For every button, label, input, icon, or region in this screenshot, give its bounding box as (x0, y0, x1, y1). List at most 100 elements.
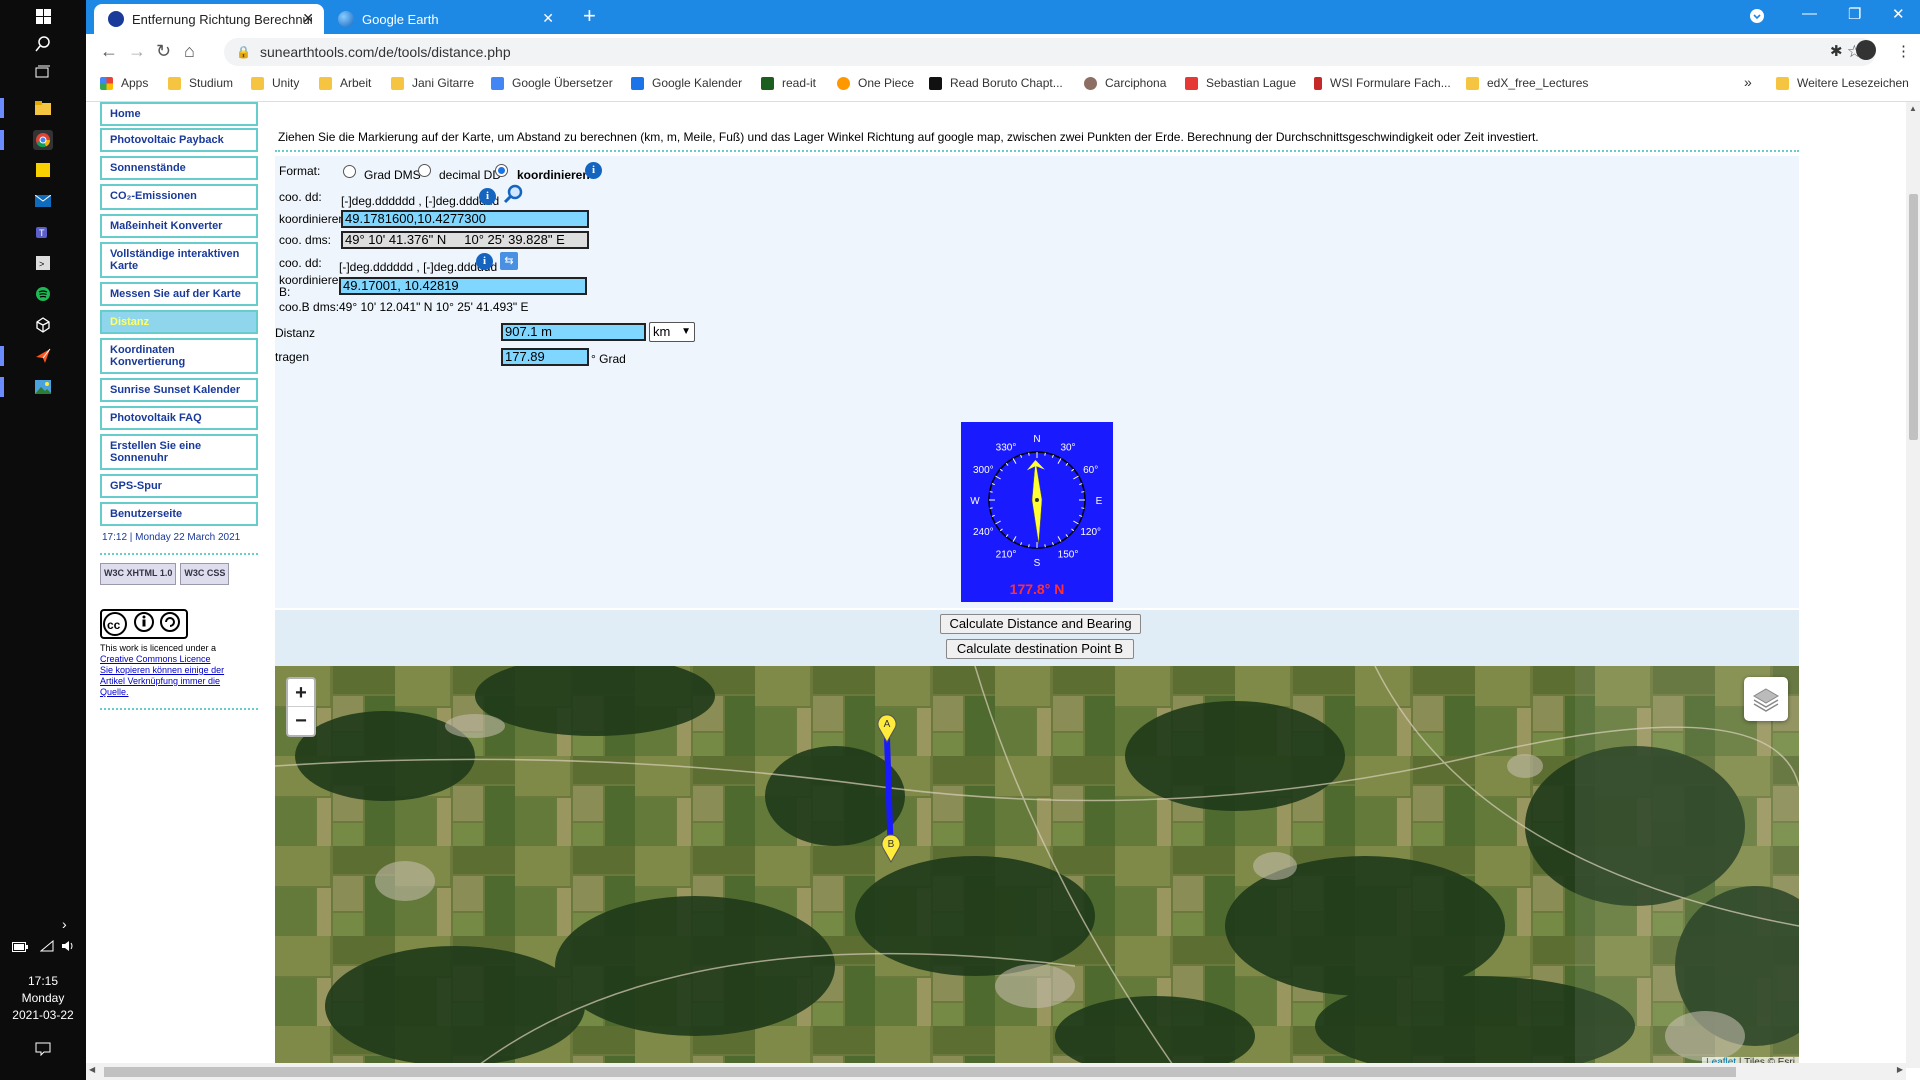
other-bookmarks[interactable]: Weitere Lesezeichen (1776, 76, 1909, 90)
tab-search-icon[interactable] (1749, 8, 1765, 28)
windows-start-icon[interactable] (33, 6, 53, 26)
distanz-input[interactable]: 907.1 m (501, 323, 646, 341)
chrome-icon[interactable] (33, 130, 53, 150)
swap-icon[interactable]: ⇆ (500, 252, 518, 270)
calculate-distance-button[interactable]: Calculate Distance and Bearing (940, 614, 1141, 634)
profile-avatar[interactable] (1856, 40, 1876, 60)
bookmark-apps[interactable]: Apps (100, 76, 148, 90)
horizontal-scrollbar[interactable]: ◀ ▶ (86, 1063, 1906, 1080)
layers-button[interactable] (1744, 677, 1788, 721)
sidebar-item-photovoltaic-payback[interactable]: Photovoltaic Payback (100, 128, 258, 152)
info-icon[interactable]: i (585, 162, 602, 179)
magnifier-icon[interactable] (503, 184, 523, 209)
w3c-css-badge[interactable]: W3C CSS (180, 563, 230, 585)
scroll-right-icon[interactable]: ▶ (1897, 1065, 1903, 1074)
koordinieren-b-input[interactable]: 49.17001, 10.42819 (339, 277, 587, 295)
license-link[interactable]: Creative Commons Licence (100, 654, 211, 664)
license-copy-link[interactable]: Sie kopieren können einige der Artikel V… (100, 665, 224, 697)
unit-select[interactable]: km ▼ (649, 322, 695, 342)
marker-b[interactable]: B (881, 834, 901, 864)
info-icon[interactable]: i (476, 253, 493, 270)
home-icon[interactable]: ⌂ (184, 41, 195, 61)
satellite-map[interactable]: A B + − Leaflet | Tiles © Esri (275, 666, 1799, 1068)
minimize-icon[interactable]: — (1802, 5, 1817, 22)
file-explorer-icon[interactable] (33, 98, 53, 118)
calculate-destination-button[interactable]: Calculate destination Point B (946, 639, 1134, 659)
address-bar[interactable]: 🔒 sunearthtools.com/de/tools/distance.ph… (224, 38, 1876, 66)
mail-icon[interactable] (33, 191, 53, 211)
sticky-notes-icon[interactable] (33, 160, 53, 180)
task-view-icon[interactable] (33, 62, 53, 82)
sidebar-item-koordinaten[interactable]: Koordinaten Konvertierung (100, 338, 258, 374)
bookmark-link[interactable]: read-it (761, 76, 816, 90)
close-tab-icon[interactable]: ✕ (302, 10, 314, 27)
sidebar-item-interaktive-karte[interactable]: Vollständige interaktiven Karte (100, 242, 258, 278)
tab-google-earth[interactable]: Google Earth ✕ (324, 4, 564, 34)
sidebar-item-gps-spur[interactable]: GPS-Spur (100, 474, 258, 498)
teams-icon[interactable]: T (33, 222, 53, 242)
more-bookmarks-icon[interactable]: » (1744, 74, 1752, 90)
bookmark-link[interactable]: Sebastian Lague (1185, 76, 1296, 90)
close-tab-icon[interactable]: ✕ (542, 10, 554, 27)
restore-icon[interactable]: ❐ (1848, 5, 1861, 23)
tragen-input[interactable]: 177.89 (501, 348, 589, 366)
marker-a[interactable]: A (877, 714, 897, 744)
sidebar-item-photovoltaik-faq[interactable]: Photovoltaik FAQ (100, 406, 258, 430)
bookmark-link[interactable]: Carciphona (1084, 76, 1166, 90)
notifications-icon[interactable] (35, 1042, 51, 1059)
sidebar-item-messen[interactable]: Messen Sie auf der Karte (100, 282, 258, 306)
tab-distance[interactable]: Entfernung Richtung Berechnung ✕ (94, 4, 324, 34)
search-icon[interactable] (33, 34, 53, 54)
koordinieren-a-input[interactable]: 49.1781600,10.4277300 (341, 210, 589, 228)
bookmark-link[interactable]: WSI Formulare Fach... (1314, 76, 1451, 90)
photos-icon[interactable] (33, 377, 53, 397)
coo-dms-a-input[interactable]: 49° 10' 41.376" N 10° 25' 39.828" E (341, 231, 589, 249)
sidebar-item-sonnenstaende[interactable]: Sonnenstände (100, 156, 258, 180)
bookmark-link[interactable]: Google Kalender (631, 76, 742, 90)
bookmark-link[interactable]: One Piece (837, 76, 914, 90)
forward-icon[interactable]: → (128, 41, 146, 61)
bookmark-folder[interactable]: Studium (168, 76, 233, 90)
sidebar-item-co2[interactable]: CO₂-Emissionen (100, 184, 258, 210)
sidebar-item-sonnenuhr[interactable]: Erstellen Sie eine Sonnenuhr (100, 434, 258, 470)
creative-commons-logo[interactable]: cc (100, 609, 188, 639)
w3c-xhtml-badge[interactable]: W3C XHTML 1.0 (100, 563, 177, 585)
sidebar-item-distanz[interactable]: Distanz (100, 310, 258, 334)
bookmark-link[interactable]: Read Boruto Chapt... (929, 76, 1063, 90)
bookmark-folder[interactable]: Arbeit (319, 76, 371, 90)
chevron-up-icon[interactable]: › (62, 916, 67, 932)
wifi-icon[interactable] (39, 939, 54, 955)
unity-icon[interactable] (33, 315, 53, 335)
scroll-left-icon[interactable]: ◀ (89, 1065, 95, 1074)
bookmark-folder[interactable]: Jani Gitarre (391, 76, 474, 90)
info-icon[interactable]: i (479, 188, 496, 205)
format-koordinieren-radio[interactable] (495, 164, 508, 177)
taskbar-clock[interactable]: 17:15 Monday 2021-03-22 (0, 973, 86, 1024)
bookmark-folder[interactable]: Unity (251, 76, 299, 90)
sidebar-item-benutzerseite[interactable]: Benutzerseite (100, 502, 258, 526)
scroll-up-icon[interactable]: ▲ (1906, 102, 1920, 116)
zoom-out-button[interactable]: − (288, 707, 314, 735)
sidebar-item-masseinheit[interactable]: Maßeinheit Konverter (100, 214, 258, 238)
new-tab-icon[interactable]: + (583, 5, 596, 27)
sidebar-item-sunrise-sunset[interactable]: Sunrise Sunset Kalender (100, 378, 258, 402)
format-dd-radio[interactable] (418, 164, 431, 177)
sidebar-item-home[interactable]: Home (100, 102, 258, 126)
menu-icon[interactable]: ⋮ (1896, 42, 1911, 60)
paper-plane-app-icon[interactable] (33, 346, 53, 366)
close-window-icon[interactable]: ✕ (1892, 5, 1905, 23)
terminal-icon[interactable]: > (33, 253, 53, 273)
bookmark-folder[interactable]: edX_free_Lectures (1466, 76, 1588, 90)
spotify-icon[interactable] (33, 284, 53, 304)
extensions-icon[interactable]: ✱ (1830, 42, 1843, 60)
reload-icon[interactable]: ↻ (156, 41, 171, 61)
volume-icon[interactable] (61, 940, 75, 955)
bookmark-link[interactable]: Google Übersetzer (491, 76, 613, 90)
horizontal-scroll-thumb[interactable] (104, 1067, 1736, 1077)
vertical-scroll-thumb[interactable] (1909, 194, 1918, 440)
vertical-scrollbar[interactable]: ▲ (1906, 102, 1920, 1068)
zoom-in-button[interactable]: + (288, 679, 314, 707)
format-dms-radio[interactable] (343, 165, 356, 178)
battery-icon[interactable] (12, 940, 28, 955)
back-icon[interactable]: ← (100, 41, 118, 61)
